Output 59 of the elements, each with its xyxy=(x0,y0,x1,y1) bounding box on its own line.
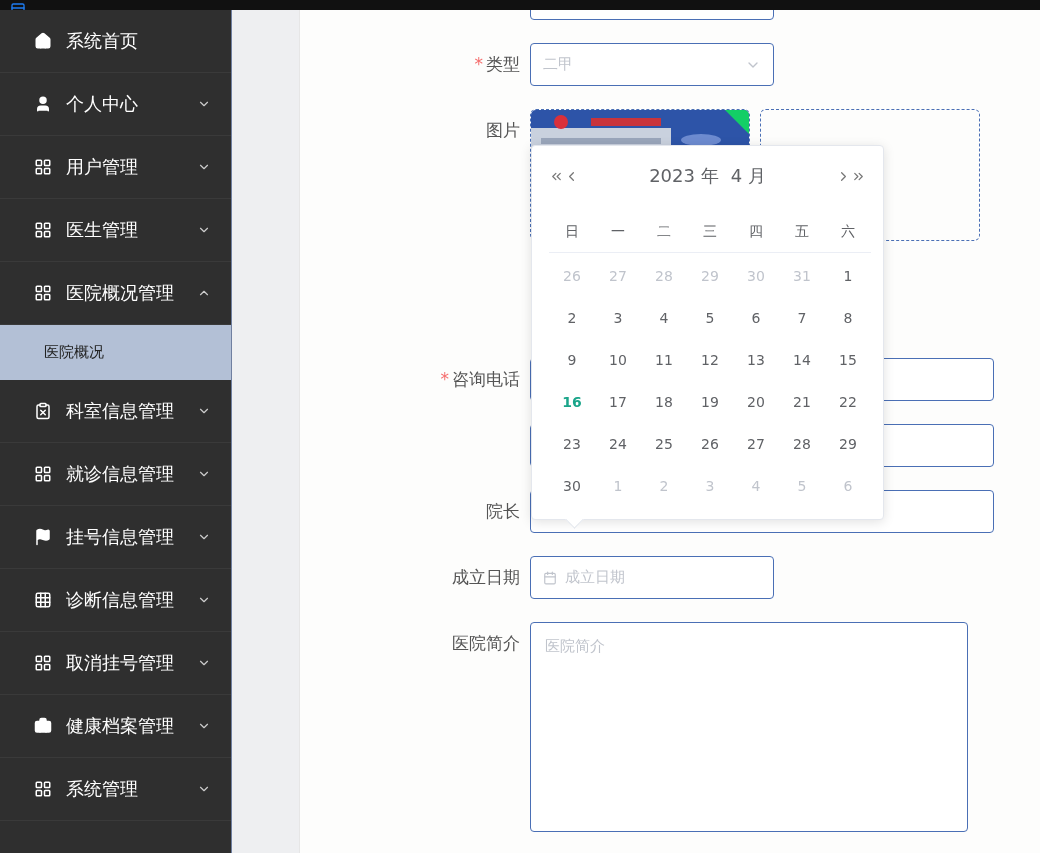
month-label[interactable]: 4 月 xyxy=(730,164,766,188)
calendar-day[interactable]: 22 xyxy=(825,381,871,423)
grid-icon xyxy=(34,654,52,672)
user-icon xyxy=(34,95,52,113)
weekday-label: 四 xyxy=(733,212,779,253)
calendar-day[interactable]: 10 xyxy=(595,339,641,381)
calendar-day[interactable]: 23 xyxy=(549,423,595,465)
year-label[interactable]: 2023 年 xyxy=(649,164,719,188)
calendar-day[interactable]: 6 xyxy=(733,297,779,339)
field-label: 成立日期 xyxy=(451,566,521,589)
calendar-day[interactable]: 1 xyxy=(825,255,871,297)
calendar-day[interactable]: 24 xyxy=(595,423,641,465)
weekday-label: 六 xyxy=(825,212,871,253)
briefcase-icon xyxy=(34,717,52,735)
grid-icon xyxy=(34,221,52,239)
success-corner-icon xyxy=(725,110,749,134)
grid-icon xyxy=(34,284,52,302)
weekday-label: 三 xyxy=(687,212,733,253)
field-label: 图片 xyxy=(485,119,521,142)
calendar-day[interactable]: 4 xyxy=(641,297,687,339)
calendar-day[interactable]: 25 xyxy=(641,423,687,465)
calendar-day[interactable]: 12 xyxy=(687,339,733,381)
calendar-day[interactable]: 2 xyxy=(549,297,595,339)
calendar-day[interactable]: 11 xyxy=(641,339,687,381)
calendar-day[interactable]: 8 xyxy=(825,297,871,339)
calendar-day[interactable]: 7 xyxy=(779,297,825,339)
weekday-label: 日 xyxy=(549,212,595,253)
grid-icon xyxy=(34,591,52,609)
calendar-day[interactable]: 15 xyxy=(825,339,871,381)
calendar-icon xyxy=(543,570,557,585)
calendar-day[interactable]: 26 xyxy=(687,423,733,465)
field-label: * 类型 xyxy=(473,53,521,76)
home-icon xyxy=(34,32,52,50)
flag-icon xyxy=(34,528,52,546)
calendar-day[interactable]: 9 xyxy=(549,339,595,381)
calendar-day[interactable]: 3 xyxy=(595,297,641,339)
calendar-day[interactable]: 21 xyxy=(779,381,825,423)
calendar-day[interactable]: 17 xyxy=(595,381,641,423)
calendar-day[interactable]: 29 xyxy=(825,423,871,465)
calendar-day[interactable]: 30 xyxy=(549,465,595,507)
calendar-day[interactable]: 27 xyxy=(733,423,779,465)
grid-icon xyxy=(34,158,52,176)
field-label: * 咨询电话 xyxy=(439,368,521,391)
calendar-day[interactable]: 13 xyxy=(733,339,779,381)
field-label: 医院简介 xyxy=(451,632,521,655)
calendar-day[interactable]: 5 xyxy=(687,297,733,339)
weekday-label: 一 xyxy=(595,212,641,253)
calendar-day[interactable]: 14 xyxy=(779,339,825,381)
grid-icon xyxy=(34,465,52,483)
calendar-day[interactable]: 18 xyxy=(641,381,687,423)
submenu-item[interactable]: 医院概况 xyxy=(0,325,231,380)
grid-icon xyxy=(34,780,52,798)
calendar-day[interactable]: 28 xyxy=(779,423,825,465)
field-label: 院长 xyxy=(485,500,521,523)
weekday-label: 五 xyxy=(779,212,825,253)
clipboard-icon xyxy=(34,402,52,420)
calendar-day[interactable]: 20 xyxy=(733,381,779,423)
weekday-label: 二 xyxy=(641,212,687,253)
calendar-day[interactable]: 19 xyxy=(687,381,733,423)
